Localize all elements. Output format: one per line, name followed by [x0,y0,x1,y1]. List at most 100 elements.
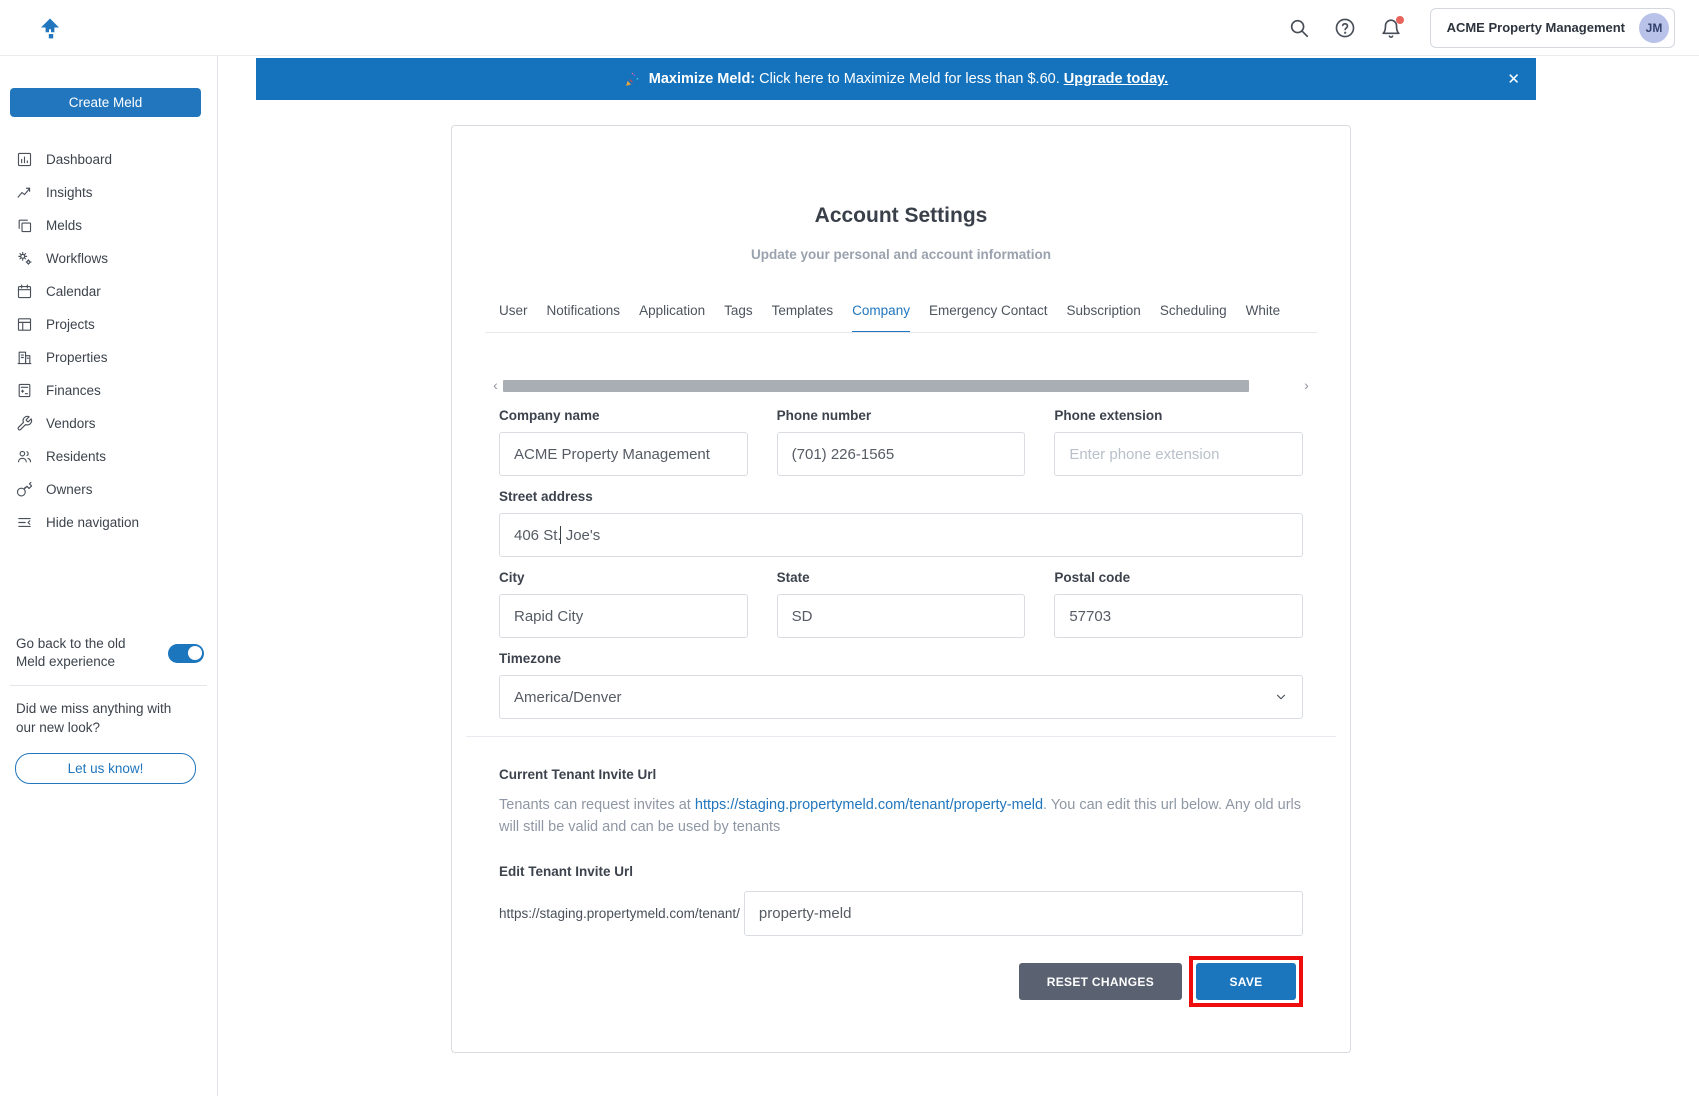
tab-notifications[interactable]: Notifications [547,303,621,332]
state-input[interactable] [777,594,1026,638]
company-name-label: Company name [499,408,748,423]
banner-upgrade-link[interactable]: Upgrade today. [1064,71,1168,87]
sidebar-item-insights[interactable]: Insights [10,176,207,209]
sidebar-item-label: Residents [46,449,106,464]
company-form: Company name Phone number Phone extensio… [499,408,1303,1007]
section-divider [466,736,1336,737]
field-street-address: Street address [499,489,1303,557]
sidebar-item-label: Melds [46,218,82,233]
main-content: Maximize Meld: Click here to Maximize Me… [218,56,1699,1096]
party-popper-icon [624,71,641,88]
tabs-horizontal-scrollbar: ‹ › [491,379,1311,392]
scrollbar-thumb[interactable] [503,380,1249,392]
sidebar: Create Meld Dashboard Insights Melds Wor… [0,56,218,1096]
sidebar-item-label: Projects [46,317,95,332]
search-icon[interactable] [1288,17,1310,39]
properties-icon [16,349,33,366]
hide-navigation-icon [16,514,33,531]
sidebar-item-workflows[interactable]: Workflows [10,242,207,275]
old-experience-toggle[interactable] [168,644,204,663]
invite-desc-before: Tenants can request invites at [499,797,695,813]
page-title: Account Settings [499,204,1303,228]
app-root: ACME Property Management JM Create Meld … [0,0,1699,1096]
save-button[interactable]: SAVE [1196,963,1296,1000]
banner-close-icon[interactable]: ✕ [1507,70,1520,88]
tab-company[interactable]: Company [852,303,910,333]
phone-extension-input[interactable] [1054,432,1303,476]
sidebar-item-finances[interactable]: Finances [10,374,207,407]
sidebar-item-properties[interactable]: Properties [10,341,207,374]
postal-code-input[interactable] [1054,594,1303,638]
tab-white-label[interactable]: White [1246,303,1281,332]
reset-changes-button[interactable]: RESET CHANGES [1019,963,1182,1000]
dashboard-icon [16,151,33,168]
sidebar-item-residents[interactable]: Residents [10,440,207,473]
field-postal-code: Postal code [1054,570,1303,638]
help-icon[interactable] [1334,17,1356,39]
feedback-question: Did we miss anything with our new look? [10,699,190,737]
sidebar-item-label: Workflows [46,251,108,266]
owners-icon [16,481,33,498]
edit-invite-url-heading: Edit Tenant Invite Url [499,864,1303,879]
postal-code-label: Postal code [1054,570,1303,585]
toggle-knob [188,646,202,660]
workflows-icon [16,250,33,267]
tab-subscription[interactable]: Subscription [1067,303,1141,332]
create-meld-button[interactable]: Create Meld [10,88,201,117]
notifications-bell-icon[interactable] [1380,17,1402,39]
sidebar-nav: Dashboard Insights Melds Workflows Calen… [10,143,207,539]
page-body: Create Meld Dashboard Insights Melds Wor… [0,56,1699,1096]
sidebar-item-melds[interactable]: Melds [10,209,207,242]
tab-emergency-contact[interactable]: Emergency Contact [929,303,1048,332]
field-phone-extension: Phone extension [1054,408,1303,476]
timezone-select[interactable]: America/Denver [499,675,1303,719]
tab-templates[interactable]: Templates [772,303,834,332]
page-subtitle: Update your personal and account informa… [499,247,1303,262]
sidebar-item-calendar[interactable]: Calendar [10,275,207,308]
tab-application[interactable]: Application [639,303,705,332]
invite-url-input[interactable] [744,891,1303,936]
old-experience-row: Go back to the old Meld experience [10,635,207,671]
sidebar-item-owners[interactable]: Owners [10,473,207,506]
text-caret [560,526,561,544]
sidebar-item-label: Dashboard [46,152,112,167]
phone-extension-label: Phone extension [1054,408,1303,423]
sidebar-item-vendors[interactable]: Vendors [10,407,207,440]
settings-tabs: User Notifications Application Tags Temp… [485,303,1317,333]
company-name-input[interactable] [499,432,748,476]
sidebar-item-label: Owners [46,482,93,497]
phone-number-input[interactable] [777,432,1026,476]
field-timezone: Timezone America/Denver [499,651,1303,719]
vendors-icon [16,415,33,432]
account-settings-card: Account Settings Update your personal an… [451,125,1351,1053]
let-us-know-button[interactable]: Let us know! [15,753,196,784]
sidebar-item-hide-navigation[interactable]: Hide navigation [10,506,207,539]
field-phone-number: Phone number [777,408,1026,476]
projects-icon [16,316,33,333]
tab-tags[interactable]: Tags [724,303,753,332]
city-label: City [499,570,748,585]
tab-user[interactable]: User [499,303,528,332]
invite-url-link[interactable]: https://staging.propertymeld.com/tenant/… [695,797,1043,813]
edit-invite-url-row: https://staging.propertymeld.com/tenant/ [499,891,1303,936]
sidebar-item-label: Properties [46,350,108,365]
sidebar-item-projects[interactable]: Projects [10,308,207,341]
sidebar-item-dashboard[interactable]: Dashboard [10,143,207,176]
sidebar-divider [10,685,207,686]
scroll-right-arrow-icon[interactable]: › [1302,379,1311,392]
tab-scheduling[interactable]: Scheduling [1160,303,1227,332]
top-header: ACME Property Management JM [0,0,1699,56]
timezone-label: Timezone [499,651,1303,666]
city-input[interactable] [499,594,748,638]
sidebar-item-label: Finances [46,383,101,398]
save-button-highlight: SAVE [1189,956,1303,1007]
street-address-input[interactable] [499,513,1303,557]
banner-bold-text: Maximize Meld: [649,71,755,87]
upgrade-banner: Maximize Meld: Click here to Maximize Me… [256,58,1536,100]
sidebar-item-label: Calendar [46,284,101,299]
scrollbar-track[interactable] [500,380,1302,392]
sidebar-item-label: Insights [46,185,93,200]
user-avatar[interactable]: JM [1639,13,1669,43]
scroll-left-arrow-icon[interactable]: ‹ [491,379,500,392]
account-switcher[interactable]: ACME Property Management JM [1430,8,1675,48]
